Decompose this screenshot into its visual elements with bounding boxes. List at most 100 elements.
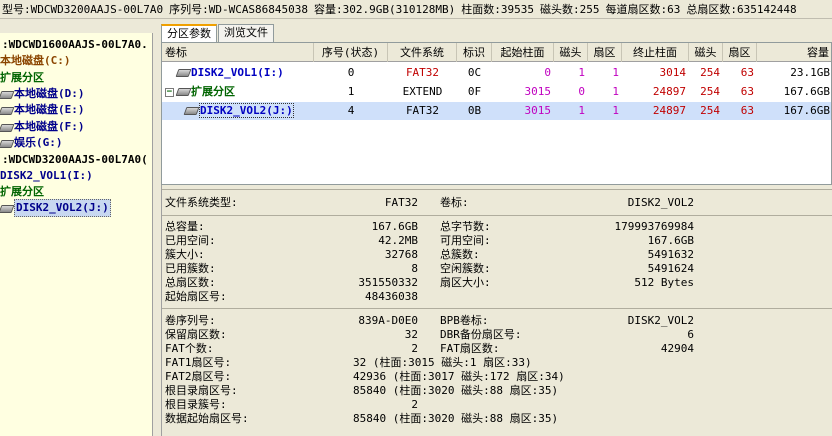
start-sector-value: 48436038 (365, 290, 418, 303)
fat-count-label: FAT个数: (165, 342, 214, 355)
collapse-icon[interactable]: − (165, 87, 174, 97)
total-clusters-value: 5491632 (647, 248, 694, 261)
tree-item-label: 本地磁盘(C:) (0, 54, 71, 67)
table-header: 卷标 序号(状态) 文件系统 标识 起始柱面 磁头 扇区 终止柱面 磁头 扇区 … (162, 43, 831, 62)
tree-item-g[interactable]: 娱乐(G:) (0, 135, 63, 151)
used-clusters-label: 已用簇数: (165, 262, 216, 275)
total-capacity-label: 总容量: (165, 220, 205, 233)
volume-serial-value: 839A-D0E0 (358, 314, 418, 327)
cell-end-head: 254 (700, 85, 720, 98)
tab-browse-files[interactable]: 浏览文件 (218, 24, 274, 42)
data-start-value: 85840 (柱面:3020 磁头:88 扇区:35) (353, 412, 559, 425)
total-bytes-value: 179993769984 (614, 220, 694, 233)
volume-serial-label: 卷序列号: (165, 314, 216, 327)
col-end-cyl[interactable]: 终止柱面 (622, 43, 689, 62)
tree-item-label: 扩展分区 (0, 185, 44, 198)
tree-item-f[interactable]: 本地磁盘(F:) (0, 119, 85, 135)
col-start-head[interactable]: 磁头 (554, 43, 588, 62)
root-cluster-value: 2 (411, 398, 418, 411)
total-sectors-label: 总扇区数: (165, 276, 216, 289)
table-row[interactable]: − 扩展分区 1 EXTEND 0F 3015 0 1 24897 254 63 … (162, 83, 831, 101)
disk-sectors-per-track: 每道扇区数:63 (605, 3, 681, 16)
cell-filesystem: FAT32 (405, 66, 440, 79)
col-start-cyl[interactable]: 起始柱面 (492, 43, 554, 62)
bpb-label-label: BPB卷标: (440, 314, 489, 327)
tree-item-disk2[interactable]: :WDCWD3200AAJS-00L7A0( (2, 152, 148, 168)
tree-item-c[interactable]: 本地磁盘(C:) (0, 53, 71, 69)
total-capacity-value: 167.6GB (371, 220, 418, 233)
cell-id: 0B (467, 104, 482, 117)
cell-capacity: 23.1GB (790, 66, 830, 79)
tree-item-j[interactable]: DISK2_VOL2(J:) (0, 199, 111, 217)
volume-label-value: DISK2_VOL2 (627, 196, 694, 209)
tree-item-label: DISK2_VOL1(I:) (0, 169, 93, 182)
tree-item-d[interactable]: 本地磁盘(D:) (0, 86, 85, 102)
drive-icon (0, 123, 12, 131)
cell-volume: DISK2_VOL1(I:) (191, 66, 284, 79)
total-sectors-value: 351550332 (358, 276, 418, 289)
tree-item-e[interactable]: 本地磁盘(E:) (0, 102, 85, 118)
tree-item-label: 本地磁盘(F:) (14, 120, 85, 133)
total-clusters-label: 总簇数: (440, 248, 480, 261)
col-filesystem[interactable]: 文件系统 (388, 43, 457, 62)
cell-start-head: 1 (578, 66, 585, 79)
partition-table: 卷标 序号(状态) 文件系统 标识 起始柱面 磁头 扇区 终止柱面 磁头 扇区 … (161, 42, 832, 185)
fat2-sector-value: 42936 (柱面:3017 磁头:172 扇区:34) (353, 370, 565, 383)
cell-capacity: 167.6GB (783, 104, 830, 117)
tab-partition-params[interactable]: 分区参数 (161, 24, 217, 43)
tree-item-label: 本地磁盘(D:) (14, 87, 85, 100)
col-end-sec[interactable]: 扇区 (723, 43, 757, 62)
disk-total-sectors: 总扇区数:635142448 (686, 3, 797, 16)
cell-start-head: 0 (578, 85, 585, 98)
drive-icon (185, 106, 197, 114)
fat1-sector-label: FAT1扇区号: (165, 356, 232, 369)
table-row-selected[interactable]: DISK2_VOL2(J:) 4 FAT32 0B 3015 1 1 24897… (162, 102, 831, 120)
cell-start-sec: 1 (612, 66, 619, 79)
tree-item-label: 娱乐(G:) (14, 136, 63, 149)
cell-end-sec: 63 (740, 66, 754, 79)
col-index[interactable]: 序号(状态) (314, 43, 388, 62)
drive-icon (0, 90, 12, 98)
total-bytes-label: 总字节数: (440, 220, 491, 233)
col-capacity[interactable]: 容量 (757, 43, 831, 62)
tab-strip: 分区参数 浏览文件 (161, 24, 275, 43)
cell-id: 0F (467, 85, 482, 98)
used-clusters-value: 8 (411, 262, 418, 275)
tree-item-extended[interactable]: 扩展分区 (0, 70, 44, 86)
cell-volume: DISK2_VOL2(J:) (199, 103, 294, 118)
dbr-backup-label: DBR备份扇区号: (440, 328, 522, 341)
tree-item-extended-2[interactable]: 扩展分区 (0, 184, 44, 200)
tree-item-label: DISK2_VOL2(J:) (14, 199, 111, 217)
cell-end-sec: 63 (740, 104, 754, 117)
root-sector-label: 根目录扇区号: (165, 384, 238, 397)
cell-start-cyl: 0 (544, 66, 551, 79)
cell-start-sec: 1 (612, 104, 619, 117)
col-end-head[interactable]: 磁头 (689, 43, 723, 62)
table-row[interactable]: DISK2_VOL1(I:) 0 FAT32 0C 0 1 1 3014 254… (162, 64, 831, 82)
col-id[interactable]: 标识 (457, 43, 492, 62)
drive-icon (0, 204, 12, 212)
cell-index: 1 (347, 85, 355, 98)
root-sector-value: 85840 (柱面:3020 磁头:88 扇区:35) (353, 384, 559, 397)
fat1-sector-value: 32 (柱面:3015 磁头:1 扇区:33) (353, 356, 532, 369)
drive-icon (0, 106, 12, 114)
sector-size-value: 512 Bytes (634, 276, 694, 289)
cell-start-cyl: 3015 (524, 85, 552, 98)
fat-sectors-value: 42904 (660, 342, 694, 355)
disk-tree: :WDCWD1600AAJS-00L7A0. 本地磁盘(C:) 扩展分区 本地磁… (0, 33, 153, 436)
bpb-label-value: DISK2_VOL2 (627, 314, 694, 327)
cluster-size-value: 32768 (384, 248, 418, 261)
fat2-sector-label: FAT2扇区号: (165, 370, 232, 383)
sector-size-label: 扇区大小: (440, 276, 491, 289)
reserved-sectors-label: 保留扇区数: (165, 328, 227, 341)
tree-item-label: 扩展分区 (0, 71, 44, 84)
col-start-sec[interactable]: 扇区 (588, 43, 622, 62)
cell-start-sec: 1 (612, 85, 619, 98)
cell-end-head: 254 (700, 66, 720, 79)
used-space-label: 已用空间: (165, 234, 216, 247)
col-volume[interactable]: 卷标 (162, 43, 314, 62)
tree-item-label: 本地磁盘(E:) (14, 103, 85, 116)
tree-item-i[interactable]: DISK2_VOL1(I:) (0, 168, 93, 184)
tree-item-disk1[interactable]: :WDCWD1600AAJS-00L7A0. (2, 37, 148, 53)
divider (162, 189, 832, 190)
